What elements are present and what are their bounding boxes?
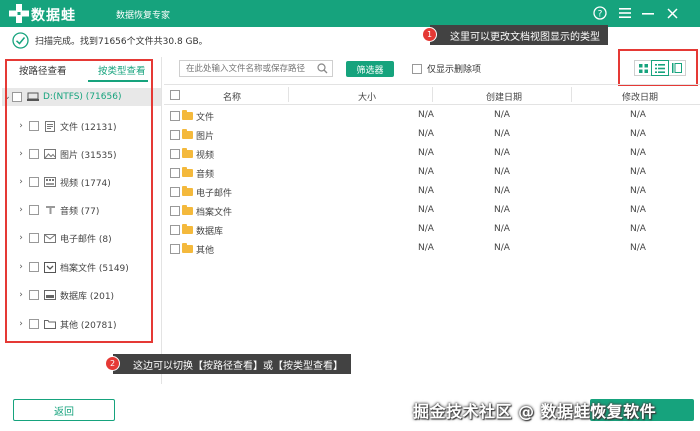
column-header-modified[interactable]: 修改日期 xyxy=(622,90,658,103)
column-header-size[interactable]: 大小 xyxy=(358,90,376,103)
title-bar: 数据蛙 数据恢复专家 ? xyxy=(0,0,700,27)
folder-icon xyxy=(182,243,193,253)
row-name: 图片 xyxy=(196,132,215,142)
folder-icon xyxy=(182,167,193,177)
tab-switch-tooltip: 2 这边可以切换【按路径查看】或【按类型查看】 xyxy=(105,354,351,374)
table-row[interactable]: 文件 N/A N/A N/A xyxy=(164,107,700,126)
tab-switch-tooltip-text: 这边可以切换【按路径查看】或【按类型查看】 xyxy=(133,360,343,372)
deleted-only-toggle[interactable]: 仅显示删除项 xyxy=(407,62,481,75)
column-divider[interactable] xyxy=(571,87,572,102)
row-size: N/A xyxy=(418,148,434,158)
row-name: 视频 xyxy=(196,151,215,161)
table-header: 名称 大小 创建日期 修改日期 xyxy=(164,84,700,105)
row-modified: N/A xyxy=(630,243,646,253)
row-modified: N/A xyxy=(630,167,646,177)
folder-icon xyxy=(182,110,193,120)
watermark-text: 掘金技术社区 @ 数据蛙恢复软件 xyxy=(413,402,657,421)
folder-icon xyxy=(182,205,193,215)
view-mode-tooltip: 1 这里可以更改文档视图显示的类型 xyxy=(422,25,608,45)
row-name: 档案文件 xyxy=(196,208,233,218)
note-badge-2: 2 xyxy=(105,356,120,371)
row-created: N/A xyxy=(494,129,510,139)
row-checkbox[interactable] xyxy=(170,149,180,159)
row-size: N/A xyxy=(418,205,434,215)
table-row[interactable]: 视频 N/A N/A N/A xyxy=(164,145,700,164)
column-divider[interactable] xyxy=(432,87,433,102)
row-name: 数据库 xyxy=(196,227,224,237)
search-icon[interactable] xyxy=(317,63,328,74)
row-modified: N/A xyxy=(630,148,646,158)
row-checkbox[interactable] xyxy=(170,111,180,121)
back-button[interactable]: 返回 xyxy=(13,399,115,421)
folder-icon xyxy=(182,186,193,196)
row-checkbox[interactable] xyxy=(170,130,180,140)
app-subtitle: 数据恢复专家 xyxy=(116,11,171,21)
scan-status-text: 扫描完成。找到71656个文件共30.8 GB。 xyxy=(35,36,208,47)
menu-icon[interactable] xyxy=(617,5,633,21)
view-mode-tooltip-text: 这里可以更改文档视图显示的类型 xyxy=(450,31,600,43)
row-created: N/A xyxy=(494,167,510,177)
row-checkbox[interactable] xyxy=(170,206,180,216)
folder-icon xyxy=(182,148,193,158)
svg-text:?: ? xyxy=(598,10,603,20)
minimize-icon[interactable] xyxy=(640,5,656,21)
left-panel-highlight xyxy=(5,59,153,343)
search-box[interactable] xyxy=(179,60,333,77)
search-input[interactable] xyxy=(180,61,314,76)
table-row[interactable]: 其他 N/A N/A N/A xyxy=(164,240,700,259)
row-created: N/A xyxy=(494,224,510,234)
folder-icon xyxy=(182,129,193,139)
close-icon[interactable] xyxy=(664,5,680,21)
scan-status: 扫描完成。找到71656个文件共30.8 GB。 xyxy=(12,31,208,49)
row-modified: N/A xyxy=(630,129,646,139)
note-badge-1: 1 xyxy=(422,27,437,42)
row-modified: N/A xyxy=(630,205,646,215)
row-name: 其他 xyxy=(196,246,215,256)
footer-bar: 返回 掘金技术社区 @ 数据蛙恢复软件 xyxy=(0,392,700,431)
table-row[interactable]: 音频 N/A N/A N/A xyxy=(164,164,700,183)
column-header-name[interactable]: 名称 xyxy=(223,90,241,103)
app-name: 数据蛙 xyxy=(31,8,76,24)
row-size: N/A xyxy=(418,129,434,139)
list-view-icon[interactable] xyxy=(651,60,669,76)
table-row[interactable]: 档案文件 N/A N/A N/A xyxy=(164,202,700,221)
row-created: N/A xyxy=(494,148,510,158)
row-checkbox[interactable] xyxy=(170,187,180,197)
check-circle-icon xyxy=(12,31,29,49)
select-all-checkbox[interactable] xyxy=(170,90,180,100)
row-size: N/A xyxy=(418,167,434,177)
row-size: N/A xyxy=(418,186,434,196)
column-divider[interactable] xyxy=(288,87,289,102)
filter-button[interactable]: 筛选器 xyxy=(346,61,394,77)
column-header-created[interactable]: 创建日期 xyxy=(486,90,522,103)
table-row[interactable]: 图片 N/A N/A N/A xyxy=(164,126,700,145)
row-created: N/A xyxy=(494,186,510,196)
row-size: N/A xyxy=(418,110,434,120)
row-size: N/A xyxy=(418,224,434,234)
row-checkbox[interactable] xyxy=(170,168,180,178)
row-modified: N/A xyxy=(630,110,646,120)
row-checkbox[interactable] xyxy=(170,244,180,254)
row-checkbox[interactable] xyxy=(170,225,180,235)
table-row[interactable]: 数据库 N/A N/A N/A xyxy=(164,221,700,240)
deleted-only-checkbox[interactable] xyxy=(412,63,422,74)
table-row[interactable]: 电子邮件 N/A N/A N/A xyxy=(164,183,700,202)
row-modified: N/A xyxy=(630,224,646,234)
row-created: N/A xyxy=(494,110,510,120)
row-size: N/A xyxy=(418,243,434,253)
row-name: 音频 xyxy=(196,170,215,180)
help-icon[interactable]: ? xyxy=(592,5,608,21)
row-name: 电子邮件 xyxy=(196,189,233,199)
row-modified: N/A xyxy=(630,186,646,196)
folder-icon xyxy=(182,224,193,234)
row-name: 文件 xyxy=(196,113,215,123)
app-logo-icon xyxy=(9,4,29,23)
row-created: N/A xyxy=(494,243,510,253)
deleted-only-label: 仅显示删除项 xyxy=(427,65,482,75)
row-created: N/A xyxy=(494,205,510,215)
